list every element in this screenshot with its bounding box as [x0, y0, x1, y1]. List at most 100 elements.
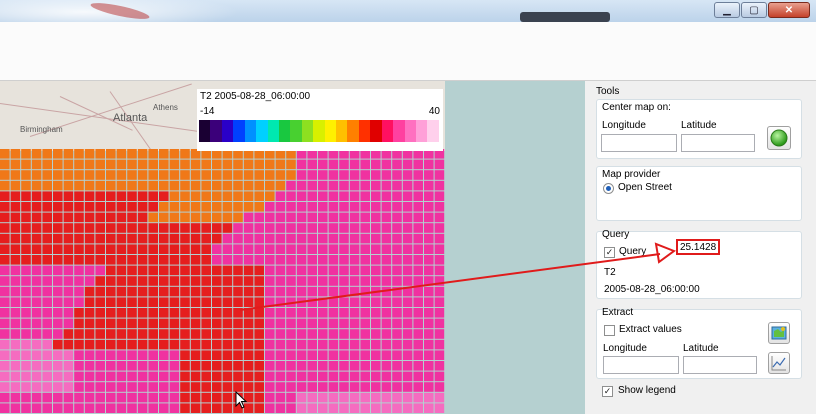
grid-cell — [424, 223, 434, 233]
grid-cell — [53, 350, 63, 360]
grid-cell — [381, 308, 392, 318]
grid-cell — [413, 202, 423, 212]
grid-cell — [148, 180, 158, 191]
grid-cell — [381, 403, 392, 413]
grid-cell — [254, 180, 264, 191]
grid-cell — [95, 361, 105, 371]
grid-cell — [201, 286, 211, 297]
grid-cell — [201, 403, 211, 413]
grid-cell — [212, 170, 222, 180]
grid-cell — [265, 382, 275, 392]
grid-cell — [307, 212, 317, 223]
map-view[interactable]: Athens Atlanta Birmingham T2 2005-08-28_… — [0, 81, 585, 414]
query-title: Query — [602, 229, 630, 240]
grid-cell — [222, 265, 233, 276]
chart-icon — [771, 356, 786, 371]
grid-cell — [328, 212, 339, 223]
grid-cell — [137, 382, 148, 392]
grid-cell — [84, 286, 95, 297]
grid-cell — [95, 212, 105, 223]
show-legend-checkbox[interactable]: ✓ — [602, 386, 613, 397]
grid-cell — [95, 191, 105, 201]
grid-cell — [381, 170, 392, 180]
grid-cell — [137, 276, 148, 286]
grid-cell — [233, 255, 243, 265]
grid-cell — [434, 286, 445, 297]
grid-cell — [0, 308, 10, 318]
grid-cell — [434, 361, 445, 371]
grid-cell — [148, 159, 158, 170]
grid-cell — [21, 255, 31, 265]
grid-cell — [127, 170, 137, 180]
grid-cell — [424, 350, 434, 360]
grid-cell — [307, 392, 317, 403]
grid-cell — [413, 350, 423, 360]
grid-cell — [434, 308, 445, 318]
grid-cell — [21, 339, 31, 350]
extract-map-button[interactable] — [768, 322, 790, 344]
grid-cell — [402, 159, 413, 170]
grid-cell — [254, 286, 264, 297]
grid-cell — [84, 244, 95, 254]
grid-cell — [169, 233, 180, 244]
grid-cell — [392, 286, 402, 297]
grid-cell — [318, 276, 328, 286]
open-street-radio[interactable] — [603, 183, 614, 194]
grid-cell — [402, 297, 413, 307]
extract-values-checkbox[interactable] — [604, 325, 615, 336]
grid-cell — [127, 361, 137, 371]
grid-cell — [307, 180, 317, 191]
grid-cell — [339, 361, 349, 371]
grid-cell — [424, 255, 434, 265]
extract-longitude-input[interactable] — [603, 356, 679, 374]
grid-cell — [360, 223, 370, 233]
grid-cell — [212, 233, 222, 244]
grid-cell — [265, 361, 275, 371]
center-latitude-input[interactable] — [681, 134, 755, 152]
maximize-button[interactable]: ▢ — [741, 2, 767, 18]
grid-cell — [21, 382, 31, 392]
grid-cell — [434, 265, 445, 276]
grid-cell — [233, 318, 243, 329]
grid-cell — [84, 233, 95, 244]
query-value-field: 25.1428 — [676, 239, 720, 255]
grid-cell — [84, 308, 95, 318]
grid-cell — [190, 233, 201, 244]
extract-latitude-input[interactable] — [683, 356, 757, 374]
center-go-button[interactable] — [767, 126, 791, 150]
center-longitude-input[interactable] — [601, 134, 677, 152]
grid-cell — [318, 191, 328, 201]
close-button[interactable]: ✕ — [768, 2, 810, 18]
grid-cell — [63, 276, 74, 286]
grid-cell — [413, 371, 423, 382]
grid-cell — [148, 286, 158, 297]
grid-cell — [116, 392, 127, 403]
grid-cell — [74, 350, 84, 360]
grid-cell — [148, 233, 158, 244]
query-checkbox[interactable]: ✓ — [604, 247, 615, 258]
minimize-button[interactable]: ▁ — [714, 2, 740, 18]
grid-cell — [31, 382, 42, 392]
grid-cell — [84, 255, 95, 265]
grid-cell — [392, 191, 402, 201]
chart-button[interactable] — [768, 352, 790, 374]
grid-cell — [190, 403, 201, 413]
grid-cell — [265, 318, 275, 329]
grid-cell — [127, 350, 137, 360]
grid-cell — [106, 159, 116, 170]
grid-cell — [106, 191, 116, 201]
grid-cell — [254, 308, 264, 318]
grid-cell — [286, 180, 296, 191]
grid-cell — [275, 339, 286, 350]
grid-cell — [137, 170, 148, 180]
grid-cell — [349, 202, 360, 212]
grid-cell — [296, 244, 307, 254]
grid-cell — [307, 297, 317, 307]
grid-cell — [413, 276, 423, 286]
grid-cell — [381, 392, 392, 403]
grid-cell — [180, 191, 190, 201]
grid-cell — [53, 276, 63, 286]
grid-cell — [413, 382, 423, 392]
grid-cell — [106, 149, 116, 159]
grid-cell — [63, 382, 74, 392]
